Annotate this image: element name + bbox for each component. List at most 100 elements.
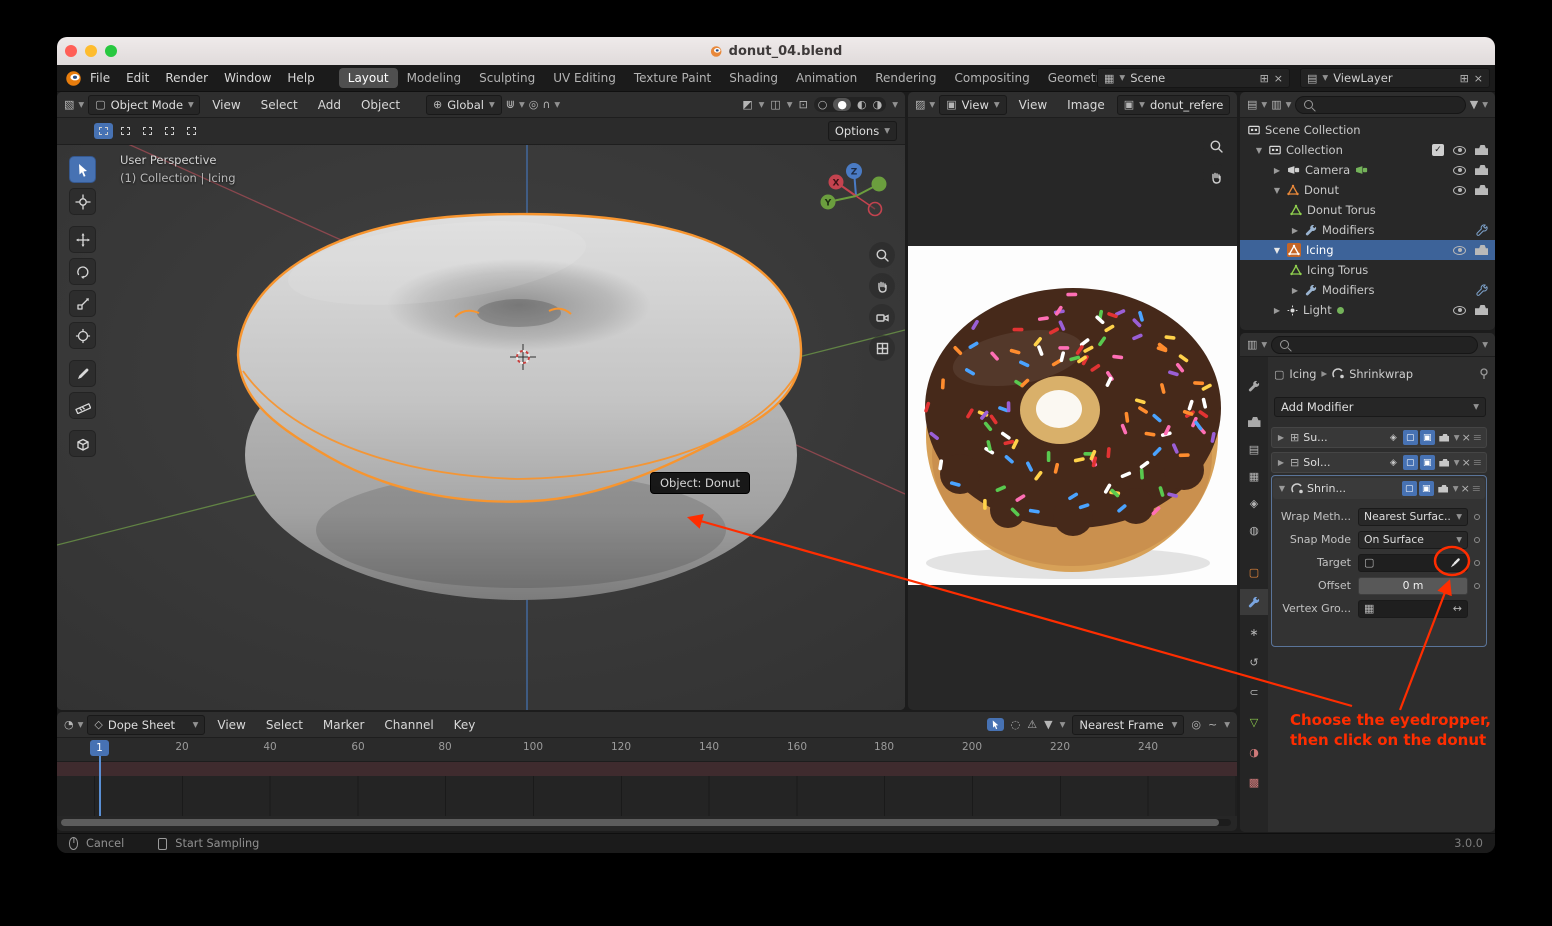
offset-number-field[interactable]: 0 m (1358, 577, 1468, 595)
menu-render[interactable]: Render (157, 71, 216, 85)
toggle-edit-mode-icon[interactable]: ▢ (1403, 455, 1418, 470)
menu-edit[interactable]: Edit (118, 71, 157, 85)
shading-rendered-icon[interactable]: ◑ (873, 99, 883, 110)
tool-cursor[interactable] (69, 188, 96, 215)
modifier-shrinkwrap-header[interactable]: ▼ Shrin... ▢ ▣ ▼ × ≡ (1273, 478, 1485, 499)
toggle-on-cage-icon[interactable]: ◈ (1386, 430, 1401, 445)
disclosure-triangle-icon[interactable]: ▼ (1254, 146, 1264, 155)
tab-tool[interactable] (1240, 373, 1268, 399)
disclosure-triangle-icon[interactable]: ▼ (1272, 246, 1282, 255)
unlink-scene-icon[interactable]: × (1274, 73, 1283, 84)
filter-funnel-icon[interactable]: ▼ (1044, 719, 1052, 730)
tool-scale[interactable] (69, 290, 96, 317)
outliner-search-input[interactable] (1295, 96, 1465, 114)
tool-annotate[interactable] (69, 360, 96, 387)
image-pan-hand-icon[interactable] (1203, 164, 1229, 190)
hide-eye-icon[interactable] (1453, 186, 1466, 195)
transform-orientation-dropdown[interactable]: ⊕ Global ▼ (426, 95, 502, 115)
new-viewlayer-icon[interactable]: ⊞ (1460, 73, 1469, 84)
workspace-tab-sculpting[interactable]: Sculpting (470, 68, 544, 88)
shading-material-icon[interactable]: ◐ (857, 99, 867, 110)
scene-selector[interactable]: ▦▼ Scene ⊞ × (1097, 68, 1290, 88)
timeline-ruler[interactable]: 20 40 60 80 100 120 140 160 180 200 220 … (57, 738, 1237, 762)
workspace-tab-shading[interactable]: Shading (720, 68, 787, 88)
toggle-edit-mode-icon[interactable]: ▢ (1403, 430, 1418, 445)
outliner-row-camera[interactable]: ▶ Camera (1240, 160, 1495, 180)
modifier-subdivision-header[interactable]: ▶ ⊞ Su... ◈ ▢ ▣ ▼ × ≡ (1271, 427, 1487, 448)
dopesheet-menu-view[interactable]: View (209, 718, 253, 732)
timeline-channel-area[interactable] (57, 776, 1237, 816)
remove-viewlayer-icon[interactable]: × (1474, 73, 1483, 84)
disclosure-triangle-icon[interactable]: ▼ (1272, 186, 1282, 195)
only-selected-filter-icon[interactable] (987, 718, 1004, 731)
snap-magnet-icon[interactable]: ⋓ (506, 99, 515, 110)
tab-world[interactable]: ◍ (1240, 517, 1268, 543)
tool-select-box[interactable] (69, 156, 96, 183)
select-mode-new[interactable] (94, 123, 113, 139)
toggle-realtime-icon[interactable]: ▣ (1419, 481, 1434, 496)
image-datablock-selector[interactable]: ▣▼ donut_refere (1117, 95, 1230, 115)
toggle-on-cage-icon[interactable]: ◈ (1386, 455, 1401, 470)
snap-mode-dropdown[interactable]: Nearest Frame ▼ (1072, 715, 1184, 735)
timeline-scrollbar-thumb[interactable] (61, 819, 1219, 826)
viewport-editor-type-icon[interactable]: ▧ (64, 99, 74, 110)
tab-scene[interactable]: ◈ (1240, 490, 1268, 516)
animate-property-dot[interactable] (1474, 583, 1480, 589)
image-zoom-icon[interactable] (1203, 133, 1229, 159)
workspace-tab-compositing[interactable]: Compositing (945, 68, 1038, 88)
disclosure-triangle-icon[interactable]: ▶ (1290, 226, 1300, 235)
menu-help[interactable]: Help (279, 71, 322, 85)
image-editor-type-icon[interactable]: ▨ (915, 99, 925, 110)
workspace-tab-animation[interactable]: Animation (787, 68, 866, 88)
image-menu-view[interactable]: View (1011, 98, 1055, 112)
breadcrumb-object[interactable]: Icing (1289, 368, 1316, 381)
snap-mode-dropdown[interactable]: On Surface ▼ (1358, 531, 1468, 549)
xray-toggle-icon[interactable]: ⊡ (799, 99, 808, 110)
tool-transform[interactable] (69, 322, 96, 349)
eyedropper-icon[interactable] (1448, 556, 1462, 570)
modifier-extras-icon[interactable]: ▼ (1453, 485, 1459, 493)
tab-render[interactable] (1240, 409, 1268, 435)
tool-measure[interactable] (69, 392, 96, 419)
modifier-solidify-header[interactable]: ▶ ⊟ Sol... ◈ ▢ ▣ ▼ × ≡ (1271, 452, 1487, 473)
hide-eye-icon[interactable] (1453, 246, 1466, 255)
workspace-tab-modeling[interactable]: Modeling (398, 68, 471, 88)
collection-checkbox[interactable]: ✓ (1432, 144, 1444, 156)
viewlayer-selector[interactable]: ▤▼ ViewLayer ⊞ × (1300, 68, 1490, 88)
tab-material[interactable]: ◑ (1240, 739, 1268, 765)
outliner-row-collection[interactable]: ▼ Collection ✓ (1240, 140, 1495, 160)
hide-eye-icon[interactable] (1453, 166, 1466, 175)
tab-view-layer[interactable]: ▦ (1240, 463, 1268, 489)
select-mode-extend[interactable] (116, 123, 135, 139)
tool-add-cube[interactable] (69, 430, 96, 457)
toggle-edit-mode-icon[interactable]: ▢ (1402, 481, 1417, 496)
viewport-menu-view[interactable]: View (204, 98, 248, 112)
tool-rotate[interactable] (69, 258, 96, 285)
tool-move[interactable] (69, 226, 96, 253)
fcurve-icon[interactable]: ~ (1208, 719, 1217, 730)
breadcrumb-modifier[interactable]: Shrinkwrap (1349, 368, 1413, 381)
dopesheet-menu-select[interactable]: Select (258, 718, 311, 732)
disclosure-triangle-icon[interactable]: ▶ (1276, 433, 1286, 442)
proportional-editing-icon[interactable]: ◎ (1191, 719, 1201, 730)
animate-property-dot[interactable] (1474, 560, 1480, 566)
tab-object-data[interactable]: ▽ (1240, 709, 1268, 735)
drag-handle-icon[interactable]: ≡ (1472, 483, 1481, 494)
disable-render-camera-icon[interactable] (1475, 185, 1488, 195)
minimize-window-button[interactable] (85, 45, 97, 57)
tab-object[interactable]: ▢ (1240, 559, 1268, 585)
toggle-realtime-icon[interactable]: ▣ (1420, 430, 1435, 445)
blender-menu-button[interactable] (65, 70, 82, 87)
zoom-window-button[interactable] (105, 45, 117, 57)
vertex-group-field[interactable]: ▦ ↔ (1358, 600, 1468, 618)
gizmo-x-neg-axis[interactable] (869, 203, 882, 216)
modifier-delete-icon[interactable]: × (1461, 483, 1470, 494)
dopesheet-menu-key[interactable]: Key (446, 718, 484, 732)
outliner-row-icing[interactable]: ▼ Icing (1240, 240, 1495, 260)
dopesheet-menu-channel[interactable]: Channel (376, 718, 441, 732)
add-modifier-button[interactable]: Add Modifier ▼ (1274, 397, 1486, 417)
outliner-editor-type-icon[interactable]: ▤ (1247, 99, 1257, 110)
disclosure-triangle-icon[interactable]: ▶ (1272, 306, 1282, 315)
workspace-tab-texture-paint[interactable]: Texture Paint (625, 68, 720, 88)
outliner-row-icing-torus[interactable]: Icing Torus (1240, 260, 1495, 280)
